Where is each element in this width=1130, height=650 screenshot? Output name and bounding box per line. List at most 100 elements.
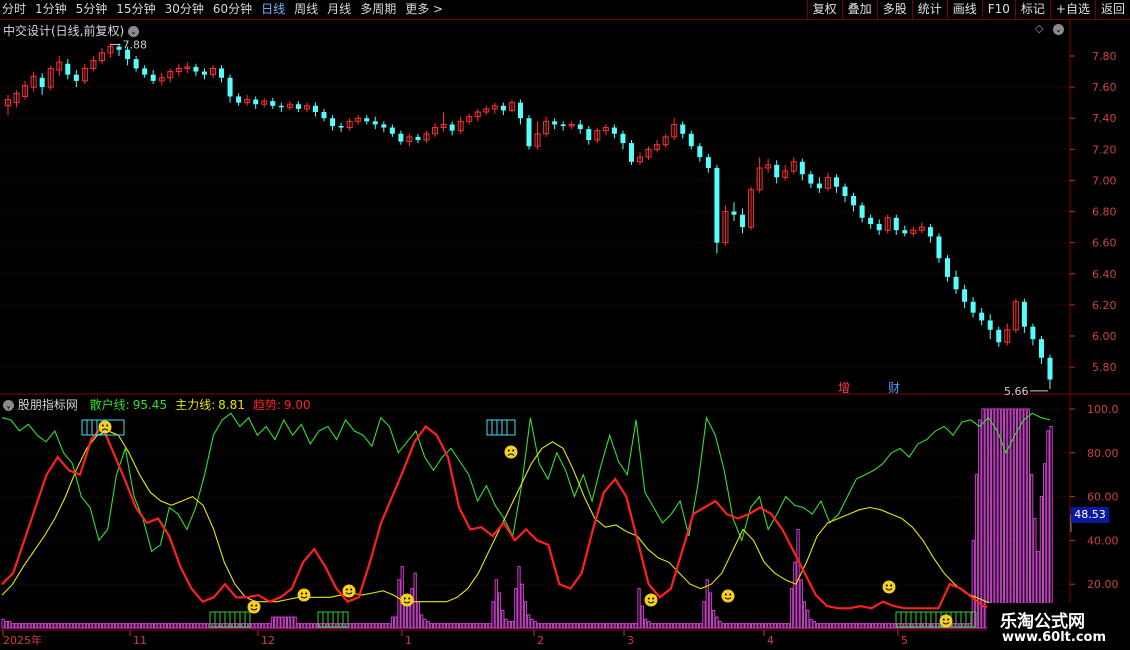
indicator-bar — [416, 601, 421, 629]
indicator-bar — [205, 623, 210, 629]
period-tab-1[interactable]: 1分钟 — [35, 0, 67, 19]
indicator-bar — [50, 623, 54, 629]
period-tab-3[interactable]: 15分钟 — [116, 0, 155, 19]
indicator-bar — [981, 408, 985, 629]
indicator-bar — [841, 623, 846, 629]
candle-body — [116, 46, 122, 50]
toolbar-button-7[interactable]: +自选 — [1049, 0, 1095, 19]
indicator-bar — [66, 623, 70, 629]
candle-body — [312, 105, 318, 112]
indicator-bar — [267, 623, 271, 629]
candle-body — [979, 312, 985, 321]
indicator-bar — [553, 623, 557, 629]
candle-body — [295, 104, 301, 109]
indicator-bar — [744, 623, 748, 629]
low-price-label: 5.66 — [1004, 385, 1029, 398]
indicator-bar — [799, 579, 803, 629]
indicator-bar — [296, 623, 301, 629]
indicator-bar — [371, 623, 375, 629]
period-tab-10[interactable]: 更多 > — [405, 0, 443, 19]
candle-body — [278, 105, 284, 108]
indicator-bar — [283, 616, 288, 629]
candle-body — [714, 168, 720, 243]
top-signal-box — [486, 419, 516, 436]
x-tick-label-2: 12 — [261, 634, 275, 647]
indicator-bar — [974, 474, 979, 629]
indicator-bar — [95, 623, 99, 629]
indicator-bar — [384, 623, 388, 629]
indicator-bar — [689, 623, 693, 629]
indicator-bar — [37, 623, 41, 629]
candle-body — [680, 124, 686, 134]
smile-face-icon-eye — [300, 592, 303, 595]
toolbar-button-8[interactable]: 返回 — [1094, 0, 1130, 19]
candle-body — [902, 230, 908, 234]
period-tab-2[interactable]: 5分钟 — [76, 0, 108, 19]
candle-body — [987, 320, 993, 330]
indicator-bar — [858, 623, 862, 629]
smile-face-icon-eye — [305, 592, 308, 595]
indicator-bar — [153, 623, 158, 629]
indicator-bar — [656, 623, 661, 629]
price-tick-label: 7.40 — [1092, 112, 1117, 125]
candle-body — [970, 301, 976, 313]
toolbar-button-1[interactable]: 叠加 — [841, 0, 877, 19]
candle-body — [611, 127, 617, 134]
indicator-bar — [293, 616, 297, 629]
indicator-bar — [89, 623, 93, 629]
toolbar-button-3[interactable]: 统计 — [911, 0, 947, 19]
chart-area[interactable]: 7.80 7.60 7.40 7.20 7.00 6.80 6.60 6.40 6.20 6.00… — [0, 20, 1130, 650]
indicator-bar — [559, 623, 563, 629]
candle-body — [893, 217, 899, 231]
indicator-bar — [118, 623, 122, 629]
toolbar-button-2[interactable]: 多股 — [876, 0, 912, 19]
candle-body — [868, 217, 874, 224]
period-tab-9[interactable]: 多周期 — [360, 0, 396, 19]
smile-face-icon-eye — [408, 597, 411, 600]
indicator-bar — [166, 623, 171, 629]
indicator-bar — [773, 623, 777, 629]
indicator-bar — [987, 408, 992, 629]
indicator-bar — [630, 623, 635, 629]
indicator-bar — [170, 623, 174, 629]
period-tab-8[interactable]: 月线 — [327, 0, 351, 19]
toolbar-button-6[interactable]: 标记 — [1014, 0, 1050, 19]
period-tab-7[interactable]: 周线 — [294, 0, 318, 19]
indicator-bar — [1013, 408, 1018, 629]
toolbar-button-4[interactable]: 画线 — [946, 0, 982, 19]
indicator-bar — [410, 588, 414, 629]
indicator-bar — [692, 623, 696, 629]
indicator-bar — [465, 623, 469, 629]
indicator-bar — [595, 623, 599, 629]
period-tab-6[interactable]: 日线 — [261, 0, 285, 19]
x-tick-label-4: 2 — [537, 634, 544, 647]
period-toolbar: 分时 1分钟 5分钟 15分钟 30分钟 60分钟 日线 周线 月线 多周期 更多 > 复权 叠加 多股… — [0, 0, 1130, 20]
candle-body — [1021, 301, 1027, 327]
indicator-bar — [131, 623, 135, 629]
indicator-bar — [848, 623, 852, 629]
period-tab-0[interactable]: 分时 — [2, 0, 26, 19]
indicator-bar — [24, 623, 28, 629]
indicator-bar — [82, 623, 86, 629]
indicator-bar — [776, 623, 781, 629]
indicator-bar — [673, 623, 677, 629]
candle-body — [945, 258, 951, 277]
period-tab-4[interactable]: 30分钟 — [165, 0, 204, 19]
candle-body — [133, 59, 139, 69]
toolbar-button-5[interactable]: F10 — [981, 0, 1015, 19]
indicator-bar — [783, 623, 787, 629]
indicator-tick-label: 80.00 — [1087, 447, 1119, 460]
indicator-bar — [183, 623, 187, 629]
candle-body — [799, 161, 805, 175]
candle-body — [851, 196, 857, 206]
toolbar-button-0[interactable]: 复权 — [806, 0, 842, 19]
price-tick-label: 6.60 — [1092, 237, 1117, 250]
indicator-bar — [387, 623, 391, 629]
indicator-bar — [767, 623, 771, 629]
indicator-bar — [455, 623, 459, 629]
sad-face-icon — [504, 445, 518, 459]
indicator-bar — [397, 579, 401, 629]
indicator-bar — [176, 623, 180, 629]
period-tab-5[interactable]: 60分钟 — [213, 0, 252, 19]
indicator-bar — [728, 623, 732, 629]
